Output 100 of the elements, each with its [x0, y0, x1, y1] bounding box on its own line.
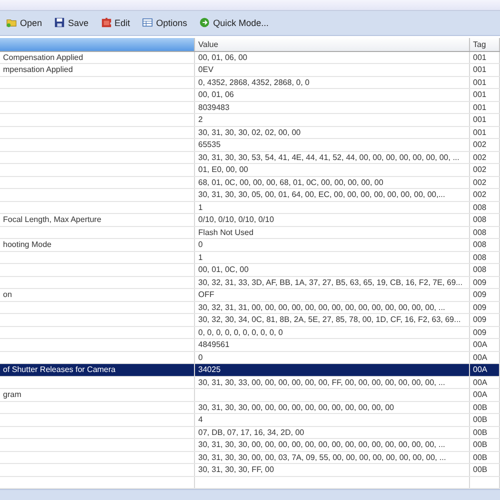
table-row[interactable]: hooting Mode 0 008: [0, 239, 500, 252]
table-row[interactable]: 30, 32, 31, 33, 3D, AF, BB, 1A, 37, 27, B5, 63, 65, 19, CB, 16, F2, 7E, 69... 009: [0, 276, 500, 290]
table-cell: 00A: [473, 365, 488, 374]
table-cell: 009: [473, 315, 486, 324]
table-cell: Flash Not Used: [198, 228, 254, 237]
table-row[interactable]: Compensation Applied 00, 01, 06, 00 001: [0, 52, 500, 64]
table-cell: mpensation Applied: [3, 65, 73, 74]
table-row[interactable]: 30, 31, 30, 30, 53, 54, 41, 4E, 44, 41, 52, 44, 00, 00, 00, 00, 00, 00, 00, ... 002: [0, 152, 500, 164]
toolbar-button[interactable]: Save: [52, 15, 91, 30]
table-cell: 002: [473, 190, 486, 200]
table-cell: 30, 31, 30, 30, 53, 54, 41, 4E, 44, 41, 52, 44, 00, 00, 00, 00, 00, 00, 00, ...: [198, 152, 460, 162]
table-row[interactable]: of Shutter Releases for Camera 34025 00A: [0, 364, 500, 377]
table-cell: 00A: [473, 340, 488, 350]
table-cell: 00A: [473, 390, 488, 400]
grid-icon: [142, 17, 154, 28]
table-row[interactable]: on OFF 009: [0, 289, 500, 302]
table-cell: 68, 01, 0C, 00, 00, 00, 68, 01, 0C, 00, 00, 00, 00, 00: [198, 178, 384, 187]
table-cell: 1: [198, 252, 203, 262]
table-cell: 001: [473, 128, 486, 137]
table-row[interactable]: 30, 31, 30, 30, FF, 00 00B: [0, 464, 500, 477]
table-cell: 30, 31, 30, 33, 00, 00, 00, 00, 00, 00, FF, 00, 00, 00, 00, 00, 00, 00, ...: [198, 378, 446, 387]
table-cell: 0/10, 0/10, 0/10, 0/10: [198, 215, 274, 224]
table-cell: 001: [473, 90, 486, 100]
table-cell: 00, 01, 06, 00: [198, 52, 248, 62]
table-cell: 002: [473, 178, 486, 187]
table-row[interactable]: 30, 32, 30, 34, 0C, 81, 8B, 2A, 5E, 27, 85, 78, 00, 1D, CF, 16, F2, 63, 69... 009: [0, 314, 500, 327]
table-cell: 00B: [473, 465, 488, 474]
table-row[interactable]: 30, 31, 30, 30, 00, 00, 03, 7A, 09, 55, 00, 00, 00, 00, 00, 00, 00, 00, ... 00B: [0, 452, 500, 464]
table-row[interactable]: 0, 4352, 2868, 4352, 2868, 0, 0 001: [0, 76, 500, 90]
table-cell: 4849561: [198, 340, 230, 350]
table-row[interactable]: 01, E0, 00, 00 002: [0, 164, 500, 177]
table-cell: 002: [473, 152, 486, 162]
table-row[interactable]: 00, 01, 06 001: [0, 89, 500, 102]
table-cell: 00A: [473, 378, 488, 387]
toolbar-button[interactable]: Quick Mode...: [197, 15, 271, 30]
table-cell: 008: [473, 252, 486, 262]
table-cell: 008: [473, 215, 486, 224]
table-cell: 009: [473, 278, 486, 287]
table-cell: 1: [198, 202, 203, 212]
table-cell: 4: [198, 415, 203, 424]
puzzle-icon: [100, 17, 112, 28]
table-cell: 2: [198, 115, 203, 124]
table-cell: 0: [198, 240, 203, 250]
table-cell: 009: [473, 328, 486, 337]
table-cell: gram: [3, 390, 22, 400]
table-cell: 30, 31, 30, 30, 00, 00, 00, 00, 00, 00, 00, 00, 00, 00, 00, 00, 00, 00, ...: [198, 440, 446, 450]
table-row[interactable]: 2 001: [0, 114, 500, 127]
table-cell: 30, 31, 30, 30, 00, 00, 00, 00, 00, 00, 00, 00, 00, 00, 00: [198, 402, 394, 412]
table-cell: 30, 32, 30, 34, 0C, 81, 8B, 2A, 5E, 27, 85, 78, 00, 1D, CF, 16, F2, 63, 69...: [198, 315, 461, 324]
table-row[interactable]: 1 008: [0, 202, 500, 214]
table-row[interactable]: 30, 31, 30, 30, 00, 00, 00, 00, 00, 00, 00, 00, 00, 00, 00, 00, 00, 00, ... 00B: [0, 439, 500, 452]
table-cell: 65535: [198, 140, 221, 150]
table-cell: OFF: [198, 290, 214, 300]
table-row[interactable]: 30, 32, 31, 31, 00, 00, 00, 00, 00, 00, 00, 00, 00, 00, 00, 00, 00, 00, ... 009: [0, 302, 500, 314]
table-cell: 001: [473, 115, 486, 124]
table-cell: Compensation Applied: [3, 52, 84, 62]
table-cell: 00A: [473, 352, 488, 362]
table-cell: 00B: [473, 415, 488, 424]
toolbar-button[interactable]: Edit: [98, 15, 132, 30]
table-row[interactable]: 8039483 001: [0, 102, 500, 114]
table-row[interactable]: Flash Not Used 008: [0, 226, 500, 240]
table-cell: 001: [473, 52, 486, 62]
table-cell: 002: [473, 140, 486, 150]
toolbar-button[interactable]: Open: [4, 15, 44, 30]
table-row[interactable]: 30, 31, 30, 30, 05, 00, 01, 64, 00, EC, 00, 00, 00, 00, 00, 00, 00, 00,... 002: [0, 189, 500, 202]
folder-icon: [6, 17, 17, 28]
table-row[interactable]: 1 008: [0, 252, 500, 264]
table-cell: 30, 31, 30, 30, 05, 00, 01, 64, 00, EC, 00, 00, 00, 00, 00, 00, 00, 00,...: [198, 190, 446, 200]
table-cell: 30, 32, 31, 33, 3D, AF, BB, 1A, 37, 27, B5, 63, 65, 19, CB, 16, F2, 7E, 69...: [198, 278, 462, 287]
table-cell: 002: [473, 165, 486, 174]
table-row[interactable]: 4849561 00A: [0, 339, 500, 352]
table-cell: 30, 31, 30, 30, 02, 02, 00, 00: [198, 128, 301, 137]
table-cell: 30, 31, 30, 30, 00, 00, 03, 7A, 09, 55, 00, 00, 00, 00, 00, 00, 00, 00, ...: [198, 452, 446, 462]
table-row[interactable]: 68, 01, 0C, 00, 00, 00, 68, 01, 0C, 00, 00, 00, 00, 00 002: [0, 176, 500, 190]
table-cell: 34025: [198, 365, 221, 374]
toolbar-button[interactable]: Options: [140, 15, 190, 30]
table-row[interactable]: 65535 002: [0, 139, 500, 152]
table-row[interactable]: 4 00B: [0, 414, 500, 427]
column-header[interactable]: Tag: [470, 38, 500, 51]
table-cell: 00B: [473, 440, 488, 450]
table-cell: 30, 32, 31, 31, 00, 00, 00, 00, 00, 00, 00, 00, 00, 00, 00, 00, 00, 00, ...: [198, 302, 446, 312]
table-cell: 008: [473, 265, 486, 274]
table-row[interactable]: 30, 31, 30, 33, 00, 00, 00, 00, 00, 00, FF, 00, 00, 00, 00, 00, 00, 00, ... 00A: [0, 376, 500, 390]
table-row[interactable]: 30, 31, 30, 30, 00, 00, 00, 00, 00, 00, 00, 00, 00, 00, 00 00B: [0, 402, 500, 414]
table-row[interactable]: 07, DB, 07, 17, 16, 34, 2D, 00 00B: [0, 426, 500, 440]
table-cell: 0, 4352, 2868, 4352, 2868, 0, 0: [198, 78, 310, 87]
table-cell: 00, 01, 06: [198, 90, 234, 100]
table-row[interactable]: gram 00A: [0, 389, 500, 402]
column-header[interactable]: Value: [195, 38, 470, 51]
table-cell: on: [3, 290, 12, 300]
table-row[interactable]: Focal Length, Max Aperture 0/10, 0/10, 0/10, 0/10 008: [0, 214, 500, 227]
table-cell: 0EV: [198, 65, 214, 74]
table-row[interactable]: 0, 0, 0, 0, 0, 0, 0, 0, 0, 0 009: [0, 326, 500, 340]
table-row[interactable]: mpensation Applied 0EV 001: [0, 64, 500, 77]
column-header[interactable]: [0, 38, 196, 51]
table-cell: 07, DB, 07, 17, 16, 34, 2D, 00: [198, 428, 304, 437]
table-cell: 008: [473, 202, 486, 212]
table-cell: 001: [473, 78, 486, 87]
table-row[interactable]: 00, 01, 0C, 00 008: [0, 264, 500, 277]
table-row[interactable]: 30, 31, 30, 30, 02, 02, 00, 00 001: [0, 126, 500, 140]
